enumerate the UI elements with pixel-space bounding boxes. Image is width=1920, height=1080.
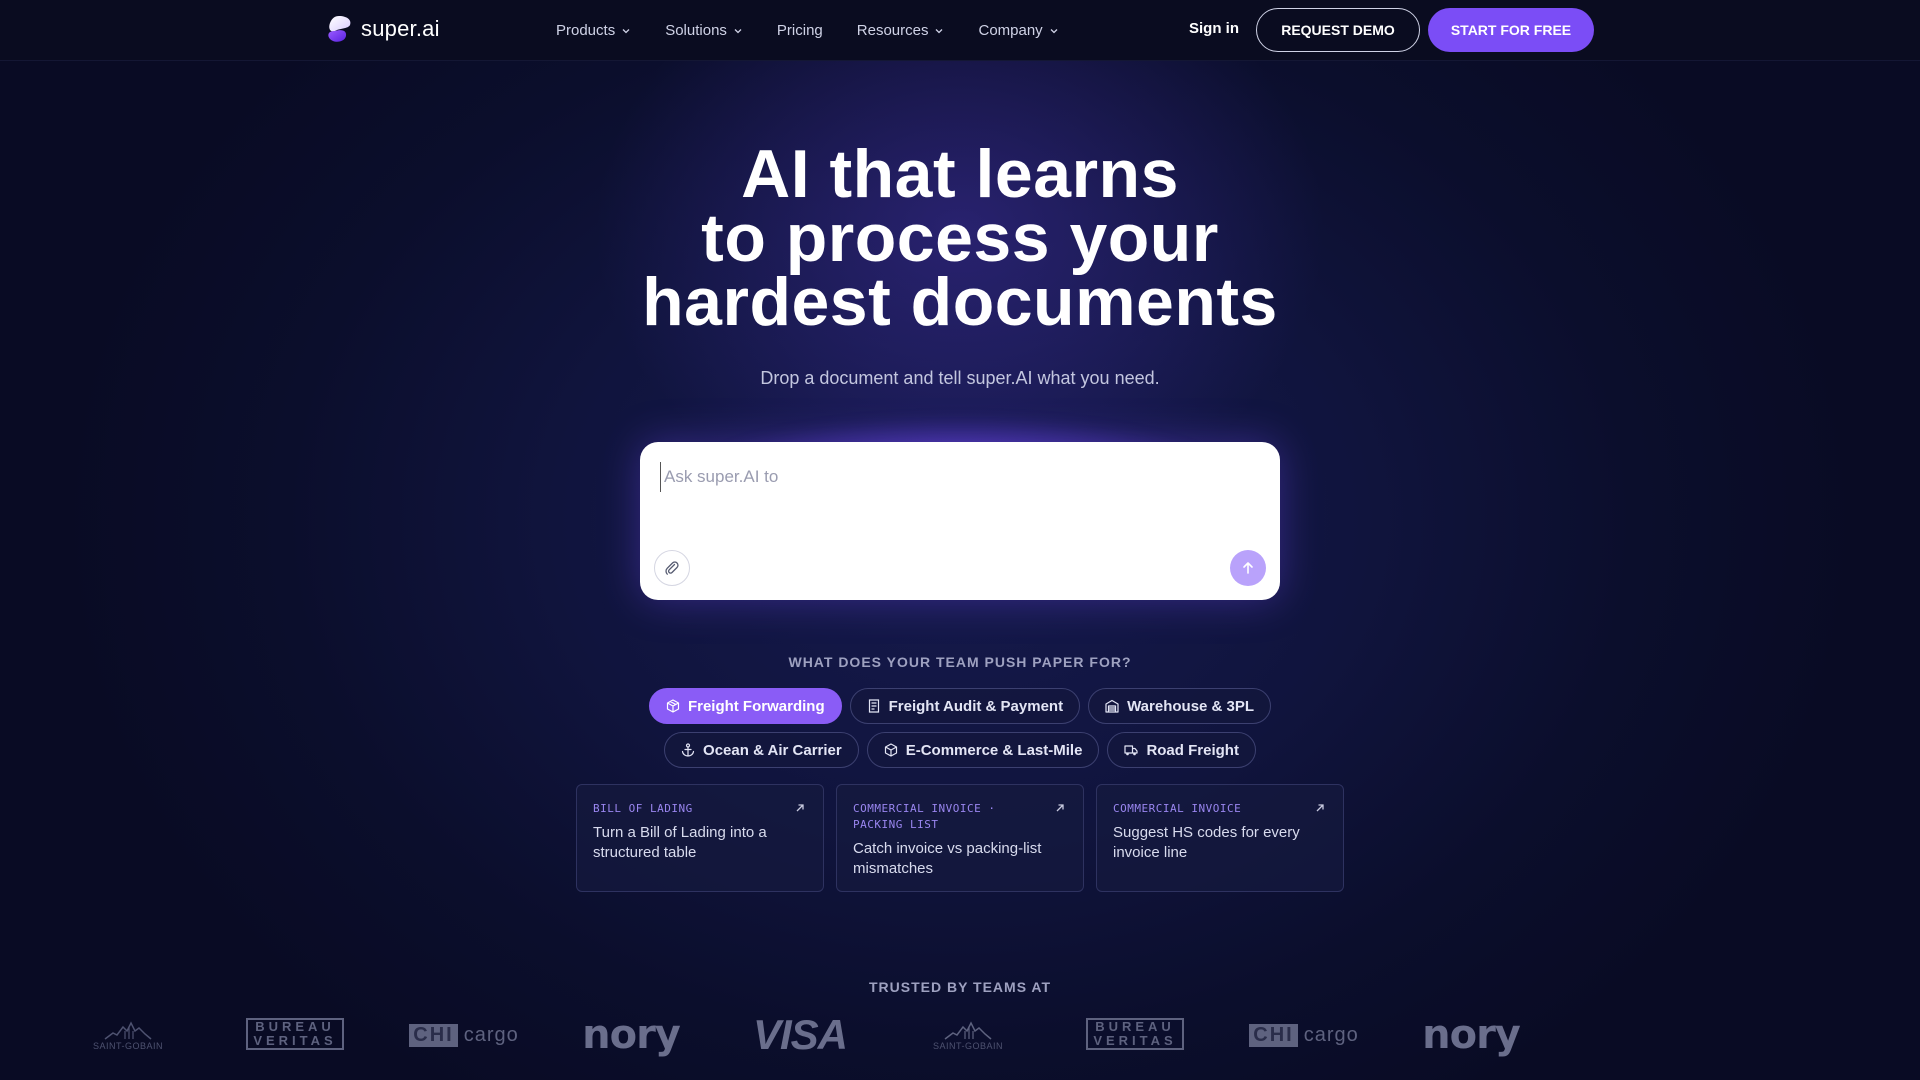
arrow-up-right-icon <box>796 804 804 812</box>
chip-label: E-Commerce & Last-Mile <box>905 741 1083 759</box>
trusted-heading: TRUSTED BY TEAMS AT <box>868 979 1052 995</box>
chip-freight-forwarding[interactable]: Freight Forwarding <box>648 688 842 724</box>
chi-cargo-logo: CHI cargo <box>1245 1010 1363 1060</box>
chip-warehouse[interactable]: Warehouse & 3PL <box>1088 688 1272 724</box>
hero-title-line: AI that learns <box>741 136 1179 212</box>
sign-in-link[interactable]: Sign in <box>1189 20 1239 37</box>
hero-title: AI that learns to process your hardest d… <box>460 136 1460 340</box>
nav-resources[interactable]: Resources <box>857 22 945 39</box>
nav-pricing-label: Pricing <box>776 22 823 39</box>
card-tag: COMMERCIAL INVOICE · PACKING LIST <box>853 802 996 831</box>
box-icon <box>884 743 897 757</box>
arrow-up-right-icon <box>1316 804 1324 812</box>
card-text: Suggest HS codes for every invoice line <box>1113 824 1300 861</box>
chip-label: Freight Forwarding <box>687 697 825 715</box>
bureau-veritas-logo: BUREAU VERITAS <box>1086 1018 1184 1050</box>
veritas-text: VERITAS <box>1093 1033 1177 1048</box>
hero-title-line: to process your <box>701 200 1219 276</box>
nav-links: Products Solutions Pricing Resources Com… <box>556 0 1059 61</box>
chevron-down-icon <box>734 28 742 33</box>
cargo-text: cargo <box>1303 1023 1359 1046</box>
visa-logo: VISA <box>752 1011 848 1058</box>
chevron-down-icon <box>622 28 630 33</box>
top-nav: super.ai Products Solutions Pricing Reso… <box>0 0 1920 61</box>
bureau-text: BUREAU <box>255 1019 335 1034</box>
warehouse-icon <box>1105 699 1119 713</box>
package-icon <box>666 699 680 713</box>
nav-products-label: Products <box>556 22 616 39</box>
hero-title-line: hardest documents <box>642 264 1278 340</box>
truck-icon <box>1124 745 1139 756</box>
industry-chips-row-1: Freight Forwarding Freight Audit & Payme… <box>0 688 1920 724</box>
chip-road-freight[interactable]: Road Freight <box>1107 732 1256 768</box>
receipt-icon <box>868 699 879 713</box>
veritas-text: VERITAS <box>253 1033 337 1048</box>
brand-logo[interactable]: super.ai <box>325 14 440 44</box>
chi-cargo-logo: CHI cargo <box>405 1010 523 1060</box>
card-tag: BILL OF LADING <box>593 802 693 815</box>
hero-subtitle: Drop a document and tell super.AI what y… <box>760 368 1160 388</box>
example-card-hs-codes[interactable]: COMMERCIAL INVOICE Suggest HS codes for … <box>1096 784 1344 892</box>
start-for-free-button[interactable]: START FOR FREE <box>1428 8 1594 52</box>
industry-chips-row-2: Ocean & Air Carrier E-Commerce & Last-Mi… <box>0 732 1920 768</box>
paperclip-icon <box>665 561 679 575</box>
chip-ecommerce[interactable]: E-Commerce & Last-Mile <box>866 732 1100 768</box>
request-demo-button[interactable]: REQUEST DEMO <box>1256 8 1420 52</box>
chip-label: Road Freight <box>1146 741 1239 759</box>
brand-name: super.ai <box>361 16 440 41</box>
nav-company[interactable]: Company <box>978 22 1058 39</box>
anchor-icon <box>681 743 695 757</box>
saint-gobain-logo: SAINT-GOBAIN <box>88 1010 168 1060</box>
industry-question: WHAT DOES YOUR TEAM PUSH PAPER FOR? <box>788 654 1132 670</box>
prompt-box <box>640 442 1280 600</box>
saint-gobain-text: SAINT-GOBAIN <box>92 1041 163 1051</box>
customer-logos: SAINT-GOBAIN BUREAU VERITAS CHI cargo no… <box>0 1010 1920 1060</box>
super-ai-logo-icon <box>328 16 351 42</box>
nory-logo: nory <box>582 1012 681 1058</box>
chip-label: Ocean & Air Carrier <box>703 741 842 759</box>
chip-freight-audit[interactable]: Freight Audit & Payment <box>849 688 1081 724</box>
bureau-text: BUREAU <box>1095 1019 1175 1034</box>
nav-pricing[interactable]: Pricing <box>777 22 823 39</box>
nav-products[interactable]: Products <box>556 22 631 39</box>
chevron-down-icon <box>1050 28 1058 33</box>
card-text: Catch invoice vs packing-list mismatches <box>853 840 1042 877</box>
nory-logo: nory <box>1422 1012 1521 1058</box>
example-card-invoice-packing[interactable]: COMMERCIAL INVOICE · PACKING LIST Catch … <box>836 784 1084 892</box>
nav-solutions[interactable]: Solutions <box>665 22 743 39</box>
card-text: Turn a Bill of Lading into a structured … <box>593 824 767 861</box>
chevron-down-icon <box>936 28 943 33</box>
nav-solutions-label: Solutions <box>665 22 727 39</box>
chip-label: Warehouse & 3PL <box>1127 697 1255 715</box>
example-card-bill-of-lading[interactable]: BILL OF LADING Turn a Bill of Lading int… <box>576 784 824 892</box>
attach-button[interactable] <box>654 550 690 586</box>
arrow-up-right-icon <box>1056 804 1064 812</box>
chi-text: CHI <box>409 1023 458 1047</box>
saint-gobain-logo: SAINT-GOBAIN <box>928 1010 1008 1060</box>
arrow-up-icon <box>1243 562 1253 574</box>
nav-company-label: Company <box>978 22 1043 39</box>
chi-text: CHI <box>1249 1023 1298 1047</box>
bureau-veritas-logo: BUREAU VERITAS <box>246 1018 344 1050</box>
example-cards: BILL OF LADING Turn a Bill of Lading int… <box>576 784 1344 892</box>
chip-ocean-air[interactable]: Ocean & Air Carrier <box>664 732 859 768</box>
send-button[interactable] <box>1230 550 1266 586</box>
prompt-input[interactable] <box>660 462 1260 492</box>
nav-resources-label: Resources <box>856 22 929 39</box>
cargo-text: cargo <box>463 1023 519 1046</box>
chip-label: Freight Audit & Payment <box>888 697 1064 715</box>
card-tag: COMMERCIAL INVOICE <box>1113 802 1242 815</box>
saint-gobain-text: SAINT-GOBAIN <box>932 1041 1003 1051</box>
